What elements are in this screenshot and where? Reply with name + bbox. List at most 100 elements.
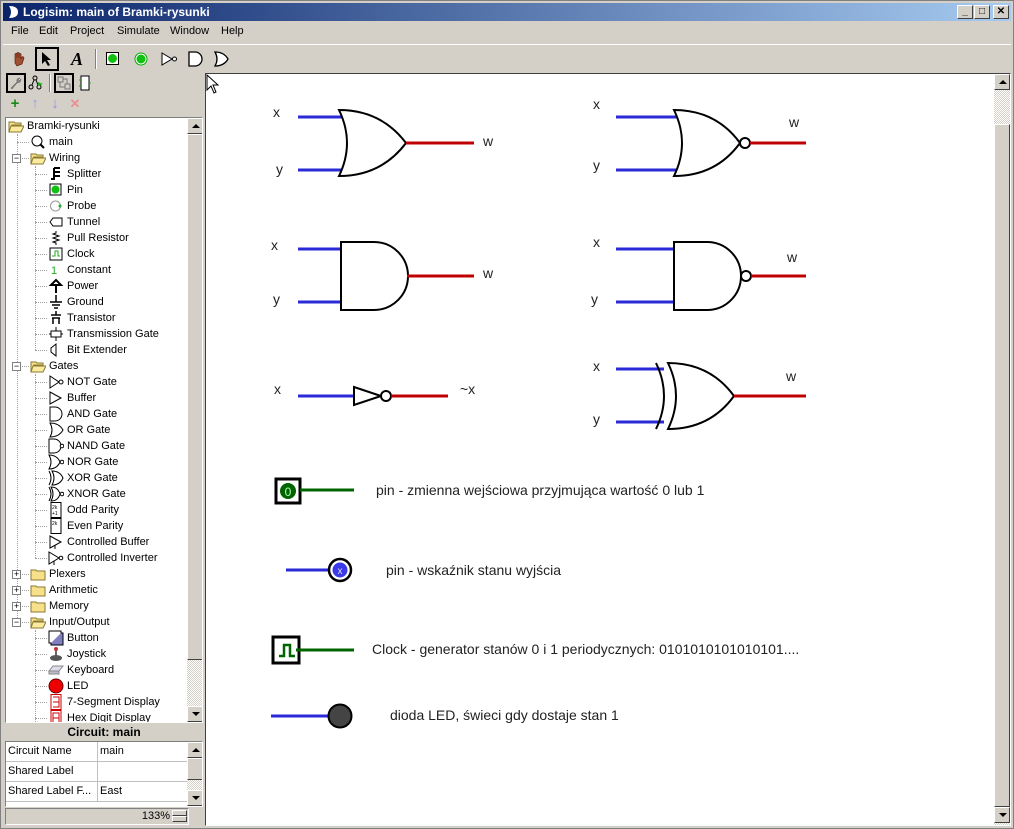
- tree-item-clock[interactable]: Clock: [48, 246, 181, 262]
- led-component[interactable]: [271, 703, 353, 729]
- tree-item-arithmetic[interactable]: Arithmetic: [30, 582, 181, 598]
- tree-expander-wiring[interactable]: −: [12, 154, 21, 163]
- tree-scroll-down-button[interactable]: [187, 706, 202, 722]
- properties-scroll-down-button[interactable]: [187, 790, 202, 806]
- property-value-field[interactable]: [97, 762, 187, 782]
- canvas-scroll-thumb[interactable]: [994, 124, 1010, 807]
- tree-expander-memory[interactable]: +: [12, 602, 21, 611]
- toolbox-view-button[interactable]: [6, 73, 26, 93]
- tree-item-bramki-rysunki[interactable]: Bramki-rysunki: [8, 118, 181, 134]
- folder-icon: [30, 569, 46, 581]
- tree-item-nand-gate[interactable]: NAND Gate: [48, 438, 181, 454]
- tree-scroll-up-button[interactable]: [187, 118, 202, 134]
- menu-project[interactable]: Project: [70, 25, 104, 37]
- tree-item-tunnel[interactable]: Tunnel: [48, 214, 181, 230]
- tree-item-plexers[interactable]: Plexers: [30, 566, 181, 582]
- remove-circuit-button[interactable]: ✕: [67, 96, 83, 112]
- tree-item-transmission-gate[interactable]: Transmission Gate: [48, 326, 181, 342]
- minimize-button[interactable]: _: [957, 5, 973, 19]
- tree-item-transistor[interactable]: Transistor: [48, 310, 181, 326]
- tree-scrollbar[interactable]: [187, 118, 202, 722]
- add-not-gate-button[interactable]: [157, 47, 181, 71]
- tree-item-ground[interactable]: Ground: [48, 294, 181, 310]
- canvas-scroll-up-button[interactable]: [994, 74, 1010, 90]
- nor-gate[interactable]: [616, 108, 806, 178]
- maximize-button[interactable]: □: [974, 5, 990, 19]
- menu-help[interactable]: Help: [221, 25, 244, 37]
- tree-scroll-thumb[interactable]: [187, 134, 202, 660]
- close-button[interactable]: ✕: [993, 5, 1009, 19]
- tree-item-power[interactable]: Power: [48, 278, 181, 294]
- add-input-pin-button[interactable]: [101, 47, 125, 71]
- xor-gate[interactable]: [616, 361, 806, 431]
- move-circuit-down-button[interactable]: ↓: [47, 96, 63, 112]
- tree-item-controlled-inverter[interactable]: Controlled Inverter: [48, 550, 181, 566]
- and-gate[interactable]: [298, 241, 474, 311]
- select-tool-button[interactable]: [35, 47, 59, 71]
- input-pin-component[interactable]: 0: [274, 477, 354, 505]
- circuit-canvas[interactable]: 0 x x y w x y w x y w x y w x ~x x y w p…: [206, 74, 993, 825]
- tree-expander-input-output[interactable]: −: [12, 618, 21, 627]
- output-pin-component[interactable]: x: [286, 557, 353, 583]
- menu-file[interactable]: File: [11, 25, 29, 37]
- tree-item-input-output[interactable]: Input/Output: [30, 614, 181, 630]
- canvas-scroll-down-button[interactable]: [994, 807, 1010, 823]
- add-circuit-button[interactable]: +: [7, 96, 23, 112]
- tree-item-nor-gate[interactable]: NOR Gate: [48, 454, 181, 470]
- or-gate[interactable]: [298, 108, 474, 178]
- properties-scrollbar[interactable]: [187, 742, 202, 806]
- property-value-field[interactable]: main: [97, 742, 187, 762]
- properties-scroll-thumb[interactable]: [187, 758, 202, 780]
- menu-window[interactable]: Window: [170, 25, 209, 37]
- tree-item-pin[interactable]: Pin: [48, 182, 181, 198]
- not-gate[interactable]: [298, 385, 448, 407]
- tree-item-probe[interactable]: Probe: [48, 198, 181, 214]
- tree-item-or-gate[interactable]: OR Gate: [48, 422, 181, 438]
- probe-icon: [50, 200, 62, 212]
- tree-item-button[interactable]: Button: [48, 630, 181, 646]
- add-or-gate-button[interactable]: [209, 47, 233, 71]
- tree-expander-plexers[interactable]: +: [12, 570, 21, 579]
- tree-item-constant[interactable]: 1 Constant: [48, 262, 181, 278]
- tree-item-even-parity[interactable]: 2k Even Parity: [48, 518, 181, 534]
- tree-item-and-gate[interactable]: AND Gate: [48, 406, 181, 422]
- tree-item-led[interactable]: LED: [48, 678, 181, 694]
- tree-item-gates[interactable]: Gates: [30, 358, 181, 374]
- move-circuit-up-button[interactable]: ↑: [27, 96, 43, 112]
- add-output-pin-button[interactable]: [129, 47, 153, 71]
- property-value-field[interactable]: East: [97, 782, 187, 802]
- tree-item-main[interactable]: main: [30, 134, 181, 150]
- zoom-out-button[interactable]: [172, 816, 187, 822]
- tree-item-wiring[interactable]: Wiring: [30, 150, 181, 166]
- tree-expander-gates[interactable]: −: [12, 362, 21, 371]
- zoom-spinner[interactable]: [172, 810, 187, 823]
- tree-item-hex-digit-display[interactable]: Hex Digit Display: [48, 710, 181, 722]
- text-tool-button[interactable]: A: [65, 47, 89, 71]
- tree-item-7-segment-display[interactable]: 7-Segment Display: [48, 694, 181, 710]
- tree-item-xnor-gate[interactable]: XNOR Gate: [48, 486, 181, 502]
- tree-item-not-gate[interactable]: NOT Gate: [48, 374, 181, 390]
- tree-item-controlled-buffer[interactable]: Controlled Buffer: [48, 534, 181, 550]
- properties-scroll-up-button[interactable]: [187, 742, 202, 758]
- simulation-tree-button[interactable]: [26, 73, 46, 93]
- tree-item-joystick[interactable]: Joystick: [48, 646, 181, 662]
- tree-item-memory[interactable]: Memory: [30, 598, 181, 614]
- edit-layout-button[interactable]: [54, 73, 74, 93]
- tree-item-xor-gate[interactable]: XOR Gate: [48, 470, 181, 486]
- tree-item-pull-resistor[interactable]: Pull Resistor: [48, 230, 181, 246]
- tree-item-bit-extender[interactable]: Bit Extender: [48, 342, 181, 358]
- tree-item-odd-parity[interactable]: 2k +1 Odd Parity: [48, 502, 181, 518]
- tree-expander-arithmetic[interactable]: +: [12, 586, 21, 595]
- tree-item-label: Arithmetic: [49, 584, 98, 596]
- edit-appearance-button[interactable]: [75, 73, 95, 93]
- canvas-scrollbar[interactable]: [994, 74, 1010, 825]
- add-and-gate-button[interactable]: [183, 47, 207, 71]
- tree-item-splitter[interactable]: Splitter: [48, 166, 181, 182]
- clock-component[interactable]: [271, 635, 354, 665]
- tree-item-buffer[interactable]: Buffer: [48, 390, 181, 406]
- poke-tool-button[interactable]: [7, 47, 31, 71]
- tree-item-keyboard[interactable]: Keyboard: [48, 662, 181, 678]
- nand-gate[interactable]: [616, 241, 806, 311]
- menu-edit[interactable]: Edit: [39, 25, 58, 37]
- menu-simulate[interactable]: Simulate: [117, 25, 160, 37]
